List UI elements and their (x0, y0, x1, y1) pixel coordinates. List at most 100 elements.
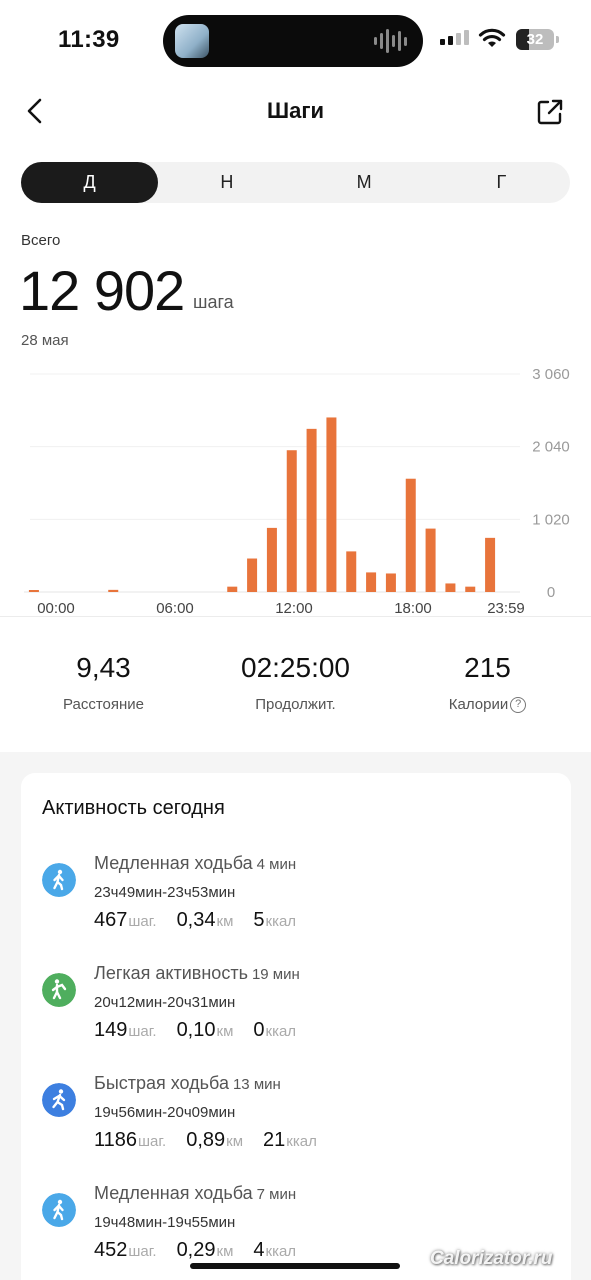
activity-time-range: 20ч12мин-20ч31мин (94, 994, 236, 1011)
duration-label: Продолжит. (255, 696, 336, 713)
dynamic-island[interactable] (163, 15, 423, 67)
wifi-icon (478, 28, 506, 47)
bar (108, 589, 119, 592)
bar (326, 417, 337, 592)
y-tick-label: 0 (547, 584, 555, 601)
activity-time-range: 19ч48мин-19ч55мин (94, 1214, 236, 1231)
activity-duration: 4 мин (256, 856, 297, 873)
bar (227, 586, 238, 592)
activity-name: Медленная ходьба (94, 853, 253, 873)
bar (306, 428, 317, 592)
calories-unit: ккал (286, 1133, 317, 1150)
activity-calories: 0 (253, 1019, 265, 1041)
tab-day[interactable]: Д (21, 162, 159, 203)
activity-title: Активность сегодня (42, 797, 225, 819)
activity-duration: 7 мин (256, 1186, 297, 1203)
steps-bar-chart[interactable]: 3 060 2 040 1 020 0 00:00 06:00 12:00 18:00 23:5… (0, 360, 591, 625)
audio-wave-icon (374, 28, 407, 54)
activity-time-range: 23ч49мин-23ч53мин (94, 884, 236, 901)
period-tabs: Д Н М Г (21, 162, 570, 203)
bar (405, 478, 416, 592)
activity-item[interactable]: Быстрая ходьба 13 мин 19ч56мин-20ч09мин 1… (21, 1063, 571, 1173)
total-steps-unit: шага (193, 292, 234, 312)
stat-calories: 215 Калории? (389, 652, 586, 713)
bar (445, 583, 456, 592)
walking-icon (42, 863, 76, 897)
bar (247, 558, 258, 592)
tab-week[interactable]: Н (158, 162, 295, 203)
distance-unit: км (226, 1133, 244, 1150)
stat-distance: 9,43 Расстояние (5, 652, 202, 713)
x-tick-label: 18:00 (394, 600, 432, 617)
distance-unit: км (216, 1023, 234, 1040)
calories-value: 215 (464, 652, 511, 683)
steps-unit: шаг. (128, 1243, 157, 1260)
page-title: Шаги (266, 98, 325, 123)
activity-calories: 21 (263, 1129, 286, 1151)
total-label: Всего (21, 232, 61, 249)
activity-card: Активность сегодня Медленная ходьба 4 мин… (21, 773, 571, 1280)
activity-duration: 19 мин (251, 966, 300, 983)
distance-unit: км (216, 1243, 234, 1260)
bar (286, 450, 297, 592)
activity-distance: 0,89 (186, 1129, 226, 1151)
bar (28, 590, 39, 592)
calories-unit: ккал (265, 1023, 297, 1040)
bar (266, 527, 277, 592)
battery-level: 32 (526, 31, 544, 48)
divider (0, 616, 591, 617)
steps-unit: шаг. (128, 1023, 157, 1040)
share-button[interactable] (534, 96, 566, 128)
activity-name: Медленная ходьба (94, 1183, 253, 1203)
distance-unit: км (216, 913, 234, 930)
distance-value: 9,43 (76, 652, 131, 683)
bar (346, 551, 357, 592)
activity-calories: 4 (253, 1239, 265, 1261)
x-tick-label: 23:59 (487, 600, 525, 617)
cellular-signal-icon (440, 30, 469, 45)
activity-distance: 0,10 (176, 1019, 216, 1041)
watermark: Calorizator.ru (430, 1248, 553, 1269)
activity-item[interactable]: Легкая активность 19 мин 20ч12мин-20ч31ми… (21, 953, 571, 1063)
x-tick-label: 12:00 (275, 600, 313, 617)
calories-unit: ккал (265, 1243, 297, 1260)
activity-steps: 149 (94, 1019, 128, 1041)
activity-item[interactable]: Медленная ходьба 4 мин 23ч49мин-23ч53мин … (21, 843, 571, 953)
bar (385, 573, 396, 592)
calories-unit: ккал (265, 913, 297, 930)
y-tick-label: 3 060 (532, 366, 570, 383)
help-icon[interactable]: ? (510, 696, 527, 713)
x-tick-label: 06:00 (156, 600, 194, 617)
distance-label: Расстояние (62, 696, 145, 713)
activity-steps: 452 (94, 1239, 128, 1261)
activity-distance: 0,34 (176, 909, 216, 931)
battery-icon: 32 (516, 29, 559, 50)
y-tick-label: 1 020 (532, 511, 570, 528)
home-indicator[interactable] (190, 1263, 400, 1269)
y-tick-label: 2 040 (532, 439, 570, 456)
activity-steps: 1186 (94, 1129, 138, 1151)
date-label: 28 мая (21, 332, 69, 349)
bar (366, 572, 377, 592)
tab-month[interactable]: М (296, 162, 433, 203)
bar (465, 586, 476, 592)
activity-name: Легкая активность (94, 963, 248, 983)
activity-time-range: 19ч56мин-20ч09мин (94, 1104, 236, 1121)
tab-year[interactable]: Г (433, 162, 570, 203)
bar (485, 537, 496, 592)
activity-calories: 5 (253, 909, 265, 931)
now-playing-artwork (175, 24, 209, 58)
x-tick-label: 00:00 (37, 600, 75, 617)
duration-value: 02:25:00 (241, 652, 350, 683)
activity-duration: 13 мин (232, 1076, 281, 1093)
total-steps-value: 12 902 (19, 259, 185, 322)
external-link-icon (537, 99, 563, 125)
status-time: 11:39 (58, 26, 120, 53)
bar (425, 528, 436, 592)
activity-steps: 467 (94, 909, 128, 931)
light-activity-icon (42, 973, 76, 1007)
steps-unit: шаг. (128, 913, 157, 930)
steps-unit: шаг. (138, 1133, 167, 1150)
calories-label: Калории (448, 696, 509, 713)
stat-duration: 02:25:00 Продолжит. (197, 652, 394, 713)
